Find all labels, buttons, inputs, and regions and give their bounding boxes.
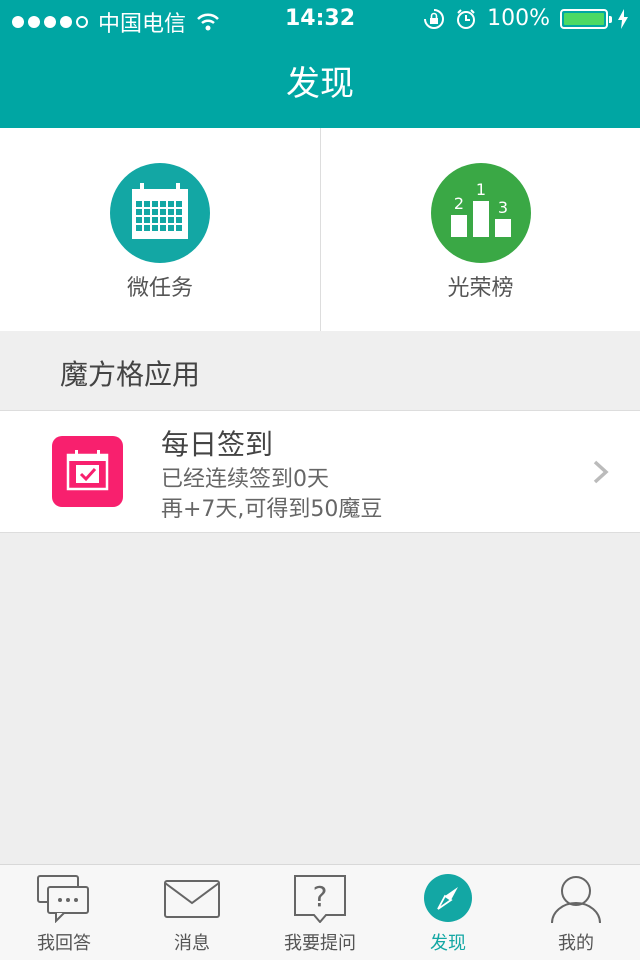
envelope-icon (164, 880, 220, 918)
page-title: 发现 (286, 64, 354, 104)
chevron-right-icon (593, 460, 609, 484)
tab-label: 消息 (174, 933, 210, 954)
battery-icon (560, 8, 612, 29)
rotation-lock-icon (424, 8, 445, 29)
charging-bolt-icon (618, 8, 628, 29)
list-item-reward: 再+7天,可得到50魔豆 (161, 497, 383, 522)
compass-icon (424, 874, 472, 922)
tab-label: 发现 (430, 933, 466, 954)
tab-label: 我回答 (37, 933, 91, 954)
feature-micro-task[interactable]: 微任务 (0, 128, 320, 331)
svg-text:?: ? (313, 880, 328, 913)
list-item-subtitle: 已经连续签到0天 (161, 467, 329, 492)
svg-text:2: 2 (454, 194, 464, 213)
chat-bubbles-icon (37, 875, 89, 923)
calendar-check-icon (52, 436, 123, 507)
tab-bar: 我回答 消息 ? 我要提问 发现 我的 (0, 864, 640, 960)
section-header: 魔方格应用 (0, 331, 640, 411)
tab-my-answers[interactable]: 我回答 (0, 865, 128, 960)
user-icon (551, 876, 601, 923)
tab-discover[interactable]: 发现 (384, 865, 512, 960)
section-title: 魔方格应用 (60, 358, 201, 391)
tab-me[interactable]: 我的 (512, 865, 640, 960)
tab-label: 我要提问 (284, 933, 356, 954)
svg-text:3: 3 (498, 198, 508, 217)
nav-bar: 发现 (0, 40, 640, 128)
svg-text:1: 1 (476, 180, 486, 199)
podium-icon: 1 2 3 (431, 163, 531, 263)
alarm-icon (457, 8, 476, 29)
question-bubble-icon: ? (294, 875, 346, 923)
tab-label: 我的 (558, 933, 594, 954)
battery-percent: 100% (487, 6, 550, 31)
list-item-title: 每日签到 (161, 428, 274, 461)
tab-ask-question[interactable]: ? 我要提问 (256, 865, 384, 960)
tab-messages[interactable]: 消息 (128, 865, 256, 960)
feature-honor-board[interactable]: 1 2 3 光荣榜 (320, 128, 640, 331)
feature-label: 光荣榜 (447, 276, 514, 301)
feature-grid: 微任务 1 2 3 光荣榜 (0, 128, 640, 331)
status-right: 100% (423, 6, 628, 31)
list-item-daily-checkin[interactable]: 每日签到 已经连续签到0天 再+7天,可得到50魔豆 (0, 411, 640, 533)
calendar-grid-icon (110, 163, 210, 263)
feature-label: 微任务 (126, 276, 193, 301)
status-bar: 中国电信 14:32 100% (0, 0, 640, 40)
